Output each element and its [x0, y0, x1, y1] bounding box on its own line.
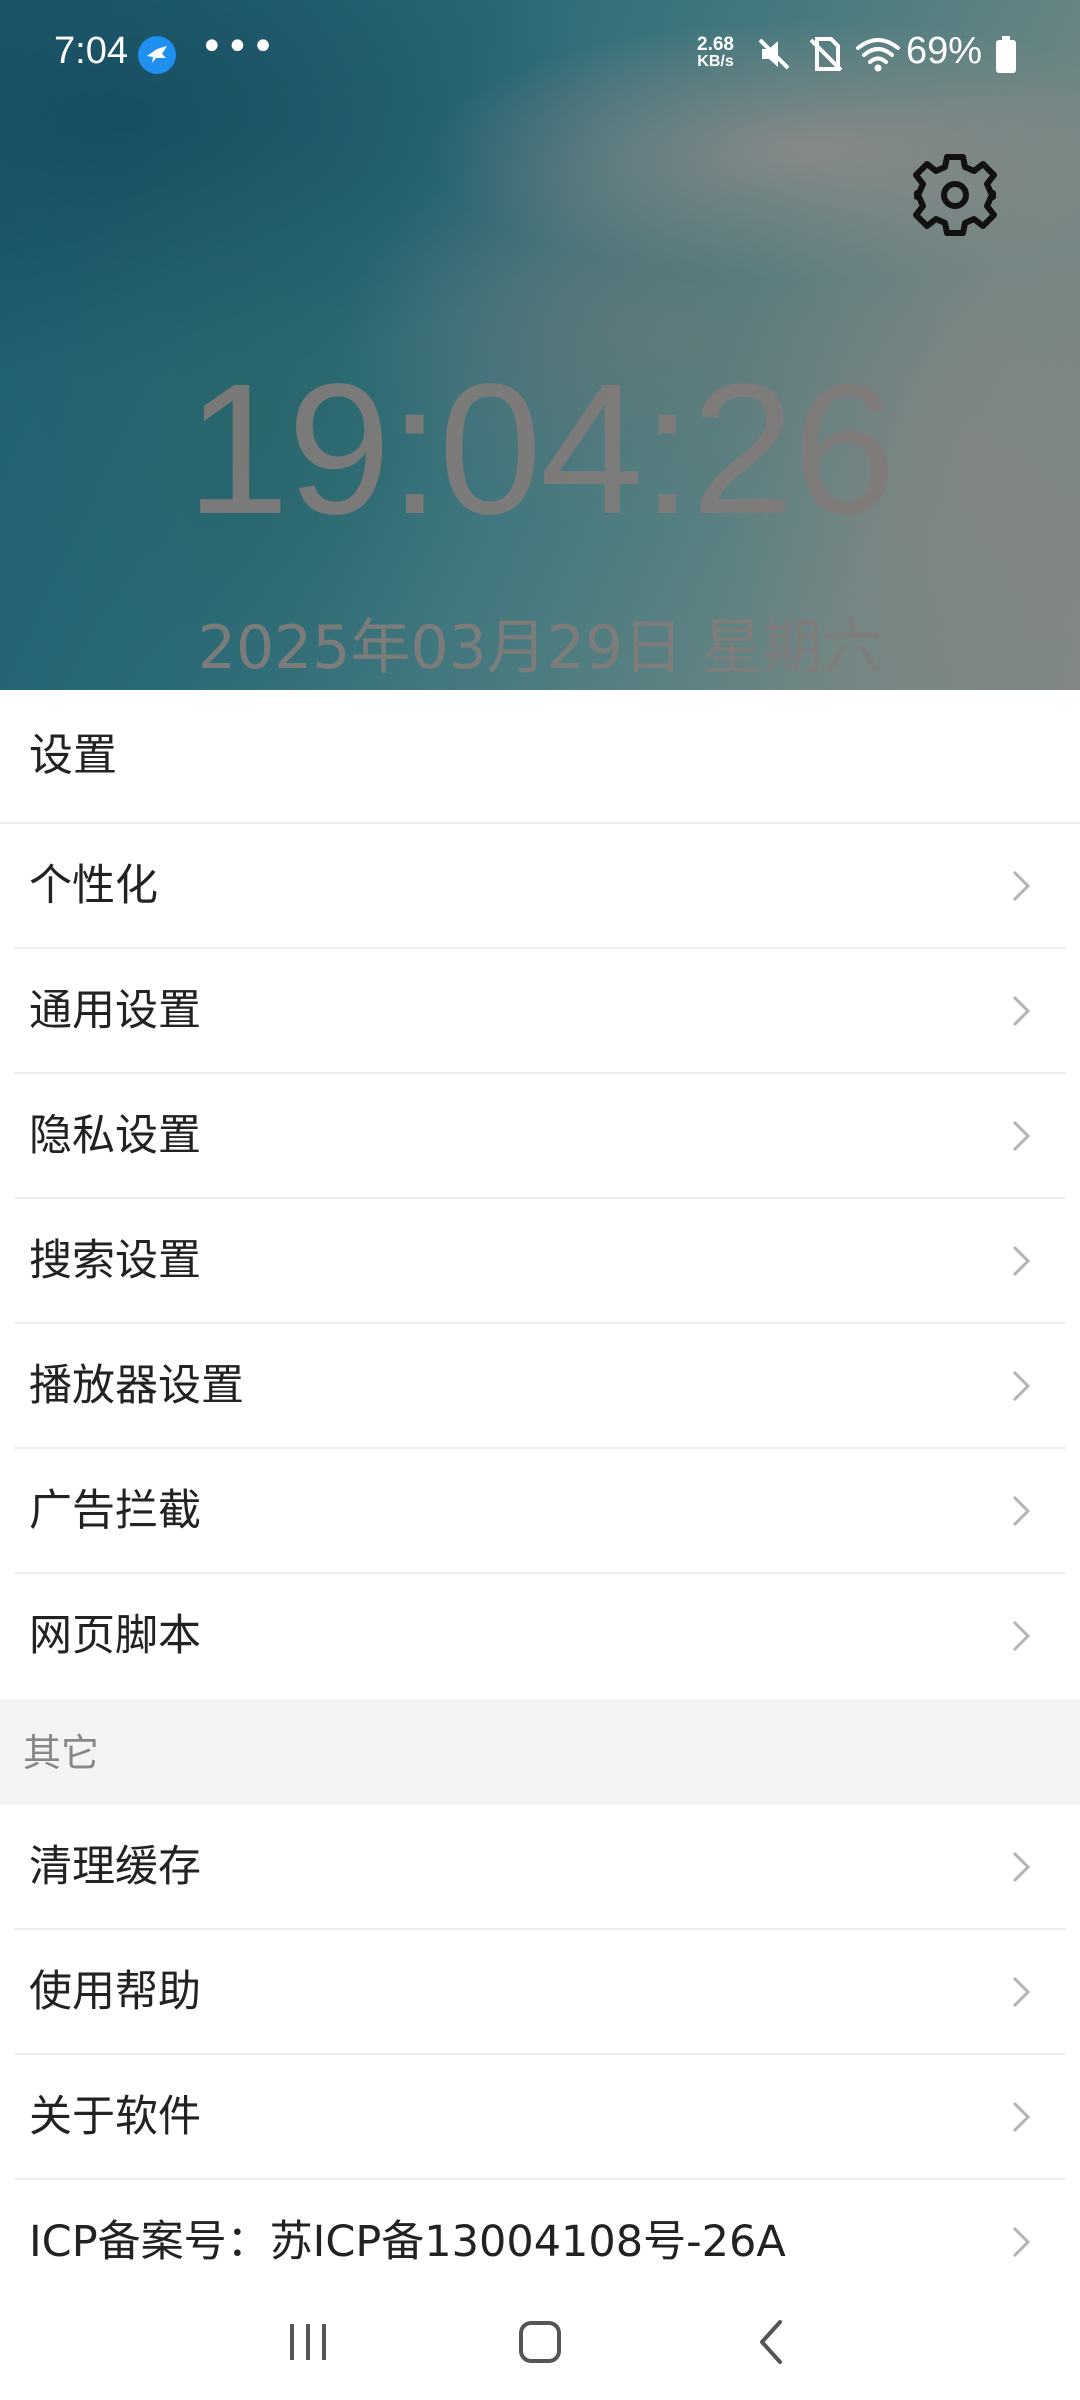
- net-speed-unit: KB/s: [697, 53, 734, 70]
- settings-title: 设置: [29, 730, 117, 781]
- more-indicator-icon: •••: [200, 24, 277, 70]
- settings-item-personalize[interactable]: 个性化: [0, 824, 1080, 949]
- settings-item-label: 网页脚本: [29, 1611, 201, 1661]
- settings-item-label: 个性化: [29, 861, 158, 911]
- other-item-clear-cache[interactable]: 清理缓存: [0, 1805, 1080, 1930]
- settings-item-label: 搜索设置: [29, 1236, 201, 1286]
- navigation-bar: [0, 2286, 1080, 2400]
- status-time: 7:04: [54, 30, 128, 72]
- back-icon[interactable]: [740, 2310, 804, 2374]
- other-item-label: 清理缓存: [29, 1842, 201, 1892]
- status-bar: 7:04 ••• 2.68 KB/s 69%: [0, 0, 1080, 108]
- wifi-icon: [854, 34, 902, 78]
- settings-item-adblock[interactable]: 广告拦截: [0, 1449, 1080, 1574]
- settings-item-privacy[interactable]: 隐私设置: [0, 1074, 1080, 1199]
- other-item-about[interactable]: 关于软件: [0, 2055, 1080, 2180]
- header-wallpaper: 7:04 ••• 2.68 KB/s 69% 19:04:26 2025年03月…: [0, 0, 1080, 690]
- settings-item-search[interactable]: 搜索设置: [0, 1199, 1080, 1324]
- mute-icon: [754, 34, 794, 78]
- chevron-right-icon: [1000, 1491, 1040, 1531]
- battery-percent: 69%: [906, 30, 983, 72]
- settings-item-label: 广告拦截: [29, 1486, 201, 1536]
- chevron-right-icon: [1000, 1116, 1040, 1156]
- settings-title-bar: 设置: [0, 690, 1080, 824]
- chevron-right-icon: [1000, 2222, 1040, 2262]
- other-group-title: 其它: [23, 1731, 100, 1775]
- settings-item-general[interactable]: 通用设置: [0, 949, 1080, 1074]
- other-item-label: 关于软件: [29, 2092, 201, 2142]
- chevron-right-icon: [1000, 1972, 1040, 2012]
- other-list: 清理缓存 使用帮助 关于软件 ICP备案号：苏ICP备13004108号-26A: [0, 1805, 1080, 2305]
- other-item-help[interactable]: 使用帮助: [0, 1930, 1080, 2055]
- battery-icon: [994, 36, 1018, 78]
- notification-app-icon: [138, 36, 176, 74]
- other-group-header: 其它: [0, 1699, 1080, 1805]
- no-sim-icon: [806, 34, 846, 78]
- home-icon[interactable]: [508, 2310, 572, 2374]
- settings-item-web-script[interactable]: 网页脚本: [0, 1574, 1080, 1699]
- chevron-right-icon: [1000, 991, 1040, 1031]
- net-speed-value: 2.68: [697, 34, 734, 55]
- chevron-right-icon: [1000, 1241, 1040, 1281]
- date: 2025年03月29日 星期六: [197, 613, 883, 683]
- chevron-right-icon: [1000, 866, 1040, 906]
- settings-list: 个性化 通用设置 隐私设置 搜索设置 播放器设置 广告拦截 网页脚本: [0, 824, 1080, 1699]
- settings-item-label: 播放器设置: [29, 1361, 244, 1411]
- clock: 19:04:26: [185, 346, 896, 553]
- settings-item-label: 隐私设置: [29, 1111, 201, 1161]
- recent-apps-icon[interactable]: [276, 2310, 340, 2374]
- chevron-right-icon: [1000, 1366, 1040, 1406]
- chevron-right-icon: [1000, 1847, 1040, 1887]
- chevron-right-icon: [1000, 1616, 1040, 1656]
- other-item-label: 使用帮助: [29, 1967, 201, 2017]
- settings-item-player[interactable]: 播放器设置: [0, 1324, 1080, 1449]
- gear-icon[interactable]: [910, 150, 1000, 240]
- net-speed: 2.68 KB/s: [697, 34, 734, 70]
- other-item-label: ICP备案号：苏ICP备13004108号-26A: [29, 2217, 786, 2267]
- settings-item-label: 通用设置: [29, 986, 201, 1036]
- chevron-right-icon: [1000, 2097, 1040, 2137]
